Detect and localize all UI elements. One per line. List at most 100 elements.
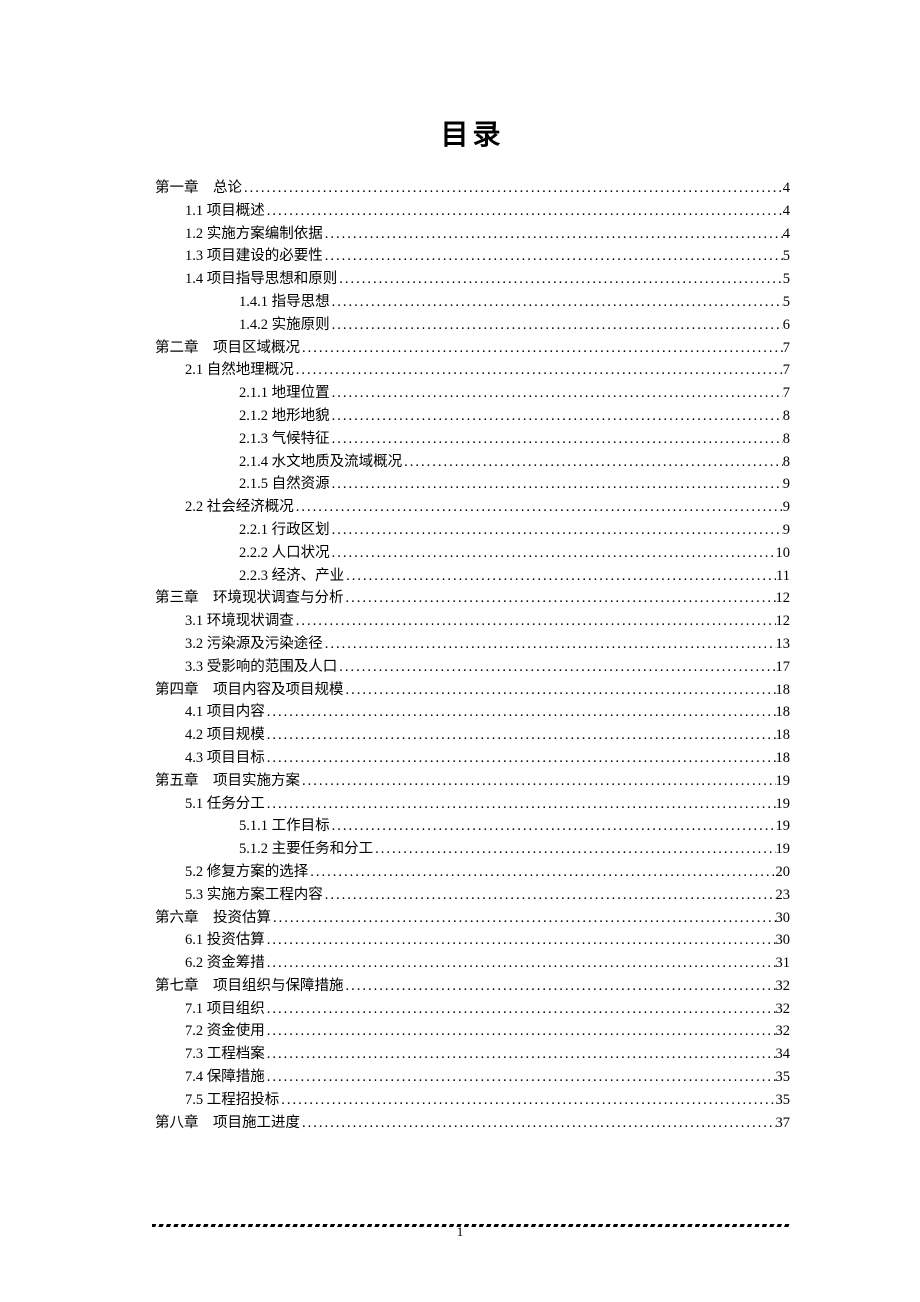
toc-entry[interactable]: 6.1 投资估算30 — [155, 933, 790, 948]
toc-entry[interactable]: 7.3 工程档案34 — [155, 1047, 790, 1062]
toc-entry[interactable]: 2.2.1 行政区划9 — [155, 523, 790, 538]
toc-leader-dots — [330, 819, 776, 834]
toc-entry[interactable]: 4.1 项目内容18 — [155, 705, 790, 720]
toc-entry[interactable]: 5.1 任务分工19 — [155, 797, 790, 812]
toc-entry-label: 1.3 项目建设的必要性 — [185, 249, 323, 264]
toc-leader-dots — [344, 591, 776, 606]
toc-leader-dots — [330, 318, 783, 333]
toc-entry[interactable]: 第三章 环境现状调查与分析12 — [155, 591, 790, 606]
toc-entry[interactable]: 7.4 保障措施35 — [155, 1070, 790, 1085]
toc-entry-label: 5.1.1 工作目标 — [239, 819, 330, 834]
toc-entry-label: 2.1.4 水文地质及流域概况 — [239, 455, 402, 470]
toc-entry[interactable]: 2.1 自然地理概况 7 — [155, 363, 790, 378]
toc-entry[interactable]: 7.1 项目组织32 — [155, 1002, 790, 1017]
toc-entry-label: 第三章 环境现状调查与分析 — [155, 591, 344, 606]
toc-entry-page: 7 — [783, 363, 790, 378]
toc-entry-label: 4.2 项目规模 — [185, 728, 265, 743]
toc-entry[interactable]: 4.2 项目规模18 — [155, 728, 790, 743]
toc-entry[interactable]: 第六章 投资估算30 — [155, 911, 790, 926]
toc-leader-dots — [330, 432, 783, 447]
toc-entry-page: 9 — [783, 500, 790, 515]
toc-entry-page: 35 — [776, 1093, 791, 1108]
toc-leader-dots — [373, 842, 775, 857]
toc-entry-label: 第一章 总论 — [155, 181, 242, 196]
toc-entry-label: 5.1.2 主要任务和分工 — [239, 842, 373, 857]
toc-leader-dots — [330, 477, 783, 492]
toc-leader-dots — [344, 569, 776, 584]
toc-entry[interactable]: 6.2 资金筹措31 — [155, 956, 790, 971]
toc-entry-page: 19 — [776, 842, 791, 857]
toc-leader-dots — [265, 1024, 776, 1039]
toc-leader-dots — [330, 409, 783, 424]
toc-entry[interactable]: 第七章 项目组织与保障措施32 — [155, 979, 790, 994]
toc-entry-label: 第八章 项目施工进度 — [155, 1116, 300, 1131]
toc-entry-page: 23 — [776, 888, 791, 903]
toc-leader-dots — [330, 546, 776, 561]
toc-entry[interactable]: 2.1.4 水文地质及流域概况8 — [155, 455, 790, 470]
toc-entry[interactable]: 1.4 项目指导思想和原则5 — [155, 272, 790, 287]
toc-entry[interactable]: 7.2 资金使用32 — [155, 1024, 790, 1039]
toc-entry-label: 4.1 项目内容 — [185, 705, 265, 720]
toc-entry-page: 10 — [776, 546, 791, 561]
toc-entry-page: 6 — [783, 318, 790, 333]
toc-entry[interactable]: 1.4.1 指导思想5 — [155, 295, 790, 310]
toc-entry-label: 3.3 受影响的范围及人口 — [185, 660, 337, 675]
toc-entry[interactable]: 3.3 受影响的范围及人口17 — [155, 660, 790, 675]
toc-entry-page: 32 — [776, 1002, 791, 1017]
toc-leader-dots — [300, 341, 783, 356]
toc-leader-dots — [294, 363, 783, 378]
toc-entry-page: 4 — [783, 227, 790, 242]
toc-entry[interactable]: 2.2 社会经济概况9 — [155, 500, 790, 515]
toc-entry-label: 2.2.1 行政区划 — [239, 523, 330, 538]
toc-entry[interactable]: 1.1 项目概述4 — [155, 204, 790, 219]
toc-entry-page: 4 — [783, 204, 790, 219]
toc-leader-dots — [265, 797, 776, 812]
toc-entry-label: 2.1 自然地理概况 — [185, 363, 294, 378]
toc-entry[interactable]: 2.1.5 自然资源9 — [155, 477, 790, 492]
toc-entry[interactable]: 7.5 工程招投标 35 — [155, 1093, 790, 1108]
toc-entry-label: 7.5 工程招投标 — [185, 1093, 279, 1108]
toc-leader-dots — [265, 751, 776, 766]
toc-entry[interactable]: 2.1.3 气候特征8 — [155, 432, 790, 447]
toc-leader-dots — [265, 1047, 776, 1062]
toc-leader-dots — [330, 386, 783, 401]
toc-entry[interactable]: 第八章 项目施工进度37 — [155, 1116, 790, 1131]
toc-entry[interactable]: 5.1.2 主要任务和分工 19 — [155, 842, 790, 857]
toc-entry-label: 第四章 项目内容及项目规模 — [155, 683, 344, 698]
toc-entry-label: 3.2 污染源及污染途径 — [185, 637, 323, 652]
toc-entry[interactable]: 1.2 实施方案编制依据4 — [155, 227, 790, 242]
toc-leader-dots — [279, 1093, 775, 1108]
toc-entry-page: 31 — [776, 956, 791, 971]
toc-leader-dots — [300, 774, 776, 789]
toc-entry[interactable]: 1.3 项目建设的必要性5 — [155, 249, 790, 264]
toc-entry-page: 13 — [776, 637, 791, 652]
toc-entry[interactable]: 2.2.2 人口状况10 — [155, 546, 790, 561]
toc-entry[interactable]: 3.2 污染源及污染途径 13 — [155, 637, 790, 652]
toc-entry[interactable]: 5.1.1 工作目标 19 — [155, 819, 790, 834]
toc-entry[interactable]: 第五章 项目实施方案19 — [155, 774, 790, 789]
page-number: 1 — [0, 1224, 920, 1240]
toc-leader-dots — [300, 1116, 776, 1131]
toc-entry-label: 7.4 保障措施 — [185, 1070, 265, 1085]
toc-entry[interactable]: 4.3 项目目标18 — [155, 751, 790, 766]
toc-entry[interactable]: 2.2.3 经济、产业11 — [155, 569, 790, 584]
toc-entry[interactable]: 3.1 环境现状调查12 — [155, 614, 790, 629]
toc-leader-dots — [323, 637, 776, 652]
toc-entry-page: 19 — [776, 819, 791, 834]
toc-leader-dots — [265, 956, 776, 971]
toc-leader-dots — [294, 500, 783, 515]
toc-entry-label: 1.4.2 实施原则 — [239, 318, 330, 333]
toc-entry[interactable]: 5.2 修复方案的选择20 — [155, 865, 790, 880]
toc-entry[interactable]: 5.3 实施方案工程内容 23 — [155, 888, 790, 903]
toc-leader-dots — [344, 683, 776, 698]
toc-entry-label: 2.1.5 自然资源 — [239, 477, 330, 492]
toc-entry[interactable]: 第二章 项目区域概况7 — [155, 341, 790, 356]
toc-entry[interactable]: 第一章 总论4 — [155, 181, 790, 196]
toc-entry[interactable]: 2.1.1 地理位置7 — [155, 386, 790, 401]
toc-entry[interactable]: 2.1.2 地形地貌8 — [155, 409, 790, 424]
toc-entry-label: 5.3 实施方案工程内容 — [185, 888, 323, 903]
toc-entry[interactable]: 第四章 项目内容及项目规模18 — [155, 683, 790, 698]
toc-entry-label: 2.1.3 气候特征 — [239, 432, 330, 447]
toc-entry[interactable]: 1.4.2 实施原则 6 — [155, 318, 790, 333]
toc-leader-dots — [402, 455, 783, 470]
